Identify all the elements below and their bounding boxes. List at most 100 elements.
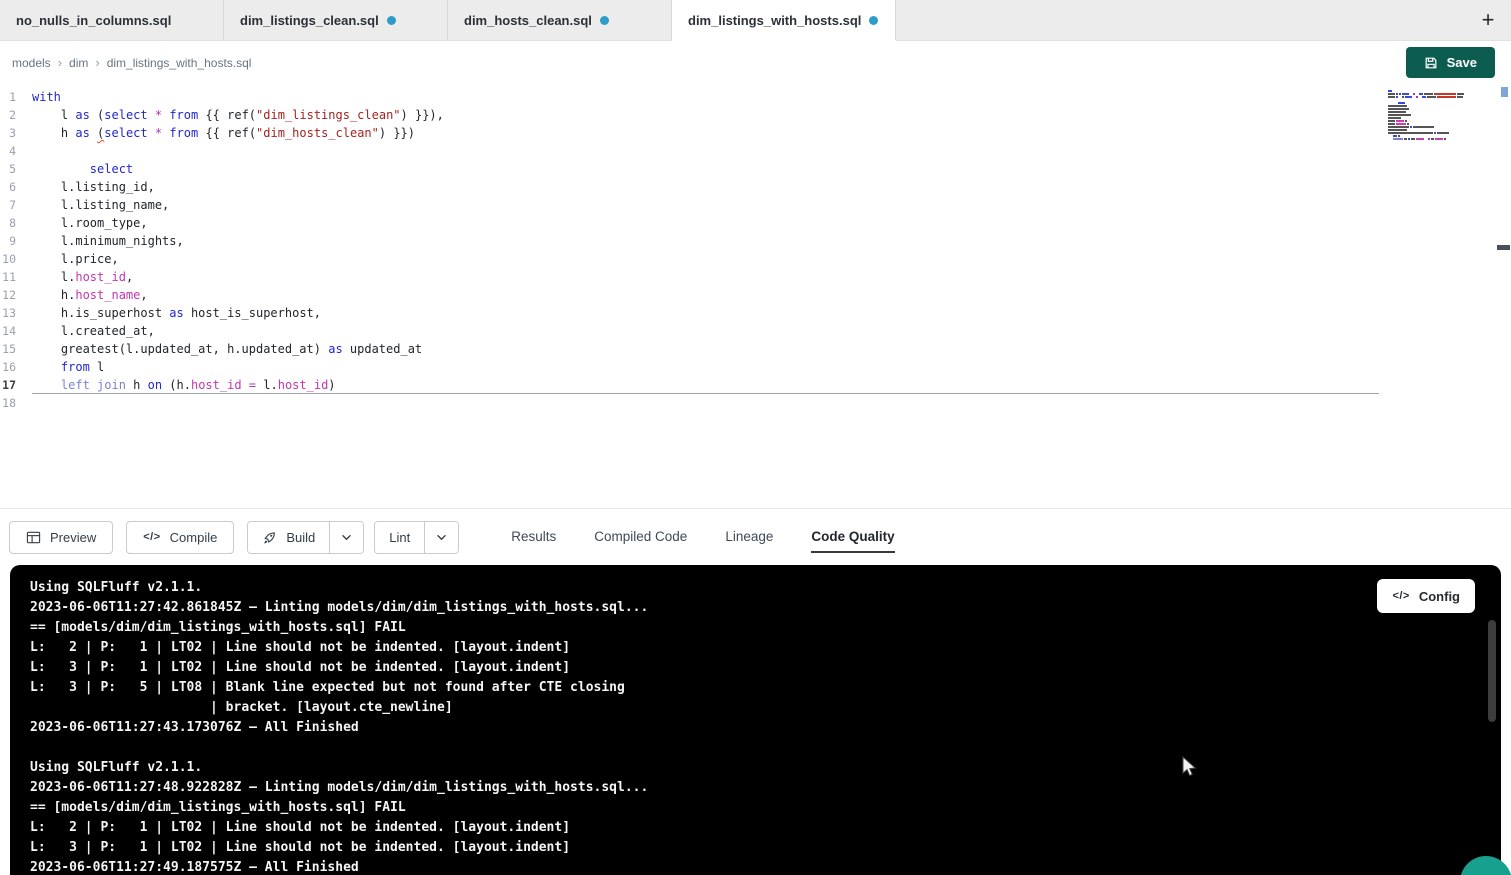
save-button[interactable]: Save: [1406, 47, 1495, 78]
editor-row: 16 from l: [0, 358, 1511, 376]
terminal-line: Using SQLFluff v2.1.1.: [30, 758, 1481, 778]
code-lines: 1with2 l as (select * from {{ ref("dim_l…: [0, 88, 1511, 412]
scrollbar-thumb[interactable]: [1497, 245, 1510, 250]
editor-scrollbar[interactable]: [1497, 84, 1511, 508]
new-tab-button[interactable]: +: [1465, 0, 1511, 40]
code-line[interactable]: h.host_name,: [32, 286, 1379, 304]
terminal-line: L: 2 | P: 1 | LT02 | Line should not be …: [30, 818, 1481, 838]
rocket-icon: [262, 530, 277, 545]
line-number: 2: [0, 106, 32, 124]
terminal-line: L: 2 | P: 1 | LT02 | Line should not be …: [30, 638, 1481, 658]
terminal-line: Using SQLFluff v2.1.1.: [30, 578, 1481, 598]
line-number: 16: [0, 358, 32, 376]
code-line[interactable]: with: [32, 88, 1379, 106]
code-line[interactable]: l.room_type,: [32, 214, 1379, 232]
editor-row: 15 greatest(l.updated_at, h.updated_at) …: [0, 340, 1511, 358]
code-editor[interactable]: 1with2 l as (select * from {{ ref("dim_l…: [0, 84, 1511, 508]
editor-row: 4: [0, 142, 1511, 160]
editor-row: 9 l.minimum_nights,: [0, 232, 1511, 250]
line-number: 1: [0, 88, 32, 106]
code-line[interactable]: l.listing_id,: [32, 178, 1379, 196]
preview-button[interactable]: Preview: [9, 521, 113, 554]
build-dropdown-button[interactable]: [329, 522, 363, 553]
code-line[interactable]: l as (select * from {{ ref("dim_listings…: [32, 106, 1379, 124]
editor-row: 7 l.listing_name,: [0, 196, 1511, 214]
config-button[interactable]: </> Config: [1377, 579, 1475, 613]
unsaved-changes-dot[interactable]: [869, 16, 878, 25]
breadcrumb-item[interactable]: dim_listings_with_hosts.sql: [107, 56, 252, 70]
code-line[interactable]: l.price,: [32, 250, 1379, 268]
line-number: 14: [0, 322, 32, 340]
panel-tab-code-quality[interactable]: Code Quality: [811, 529, 894, 553]
panel-tabs: Results Compiled Code Lineage Code Quality: [511, 509, 894, 565]
tab-label: dim_hosts_clean.sql: [464, 13, 592, 28]
code-icon: </>: [1392, 590, 1409, 602]
lint-dropdown-button[interactable]: [424, 522, 458, 553]
line-number: 3: [0, 124, 32, 142]
panel-tab-compiled-code[interactable]: Compiled Code: [594, 529, 687, 553]
code-line[interactable]: l.created_at,: [32, 322, 1379, 340]
code-line[interactable]: l.host_id,: [32, 268, 1379, 286]
compile-button[interactable]: </> Compile: [126, 521, 234, 554]
code-line[interactable]: l.minimum_nights,: [32, 232, 1379, 250]
code-line[interactable]: from l: [32, 358, 1379, 376]
terminal-line: 2023-06-06T11:27:42.861845Z — Linting mo…: [30, 598, 1481, 618]
line-number: 9: [0, 232, 32, 250]
editor-row: 6 l.listing_id,: [0, 178, 1511, 196]
line-number: 8: [0, 214, 32, 232]
file-header: models›dim›dim_listings_with_hosts.sql S…: [0, 41, 1511, 84]
save-icon: [1424, 56, 1438, 70]
editor-row: 13 h.is_superhost as host_is_superhost,: [0, 304, 1511, 322]
code-line[interactable]: [32, 394, 1379, 412]
panel-tab-lineage[interactable]: Lineage: [725, 529, 773, 553]
line-number: 11: [0, 268, 32, 286]
code-line[interactable]: select: [32, 160, 1379, 178]
line-number: 10: [0, 250, 32, 268]
line-number: 13: [0, 304, 32, 322]
code-line[interactable]: h as (select * from {{ ref("dim_hosts_cl…: [32, 124, 1379, 142]
line-number: 6: [0, 178, 32, 196]
editor-row: 1with: [0, 88, 1511, 106]
lint-button[interactable]: Lint: [375, 522, 424, 553]
compile-label: Compile: [170, 530, 218, 545]
editor-tab[interactable]: dim_listings_with_hosts.sql: [672, 0, 896, 40]
terminal-line: L: 3 | P: 1 | LT02 | Line should not be …: [30, 838, 1481, 858]
panel-tab-results[interactable]: Results: [511, 529, 556, 553]
breadcrumb-item[interactable]: models: [12, 56, 51, 70]
terminal-scrollbar[interactable]: [1488, 620, 1496, 722]
breadcrumb: models›dim›dim_listings_with_hosts.sql: [12, 55, 251, 70]
code-line[interactable]: [32, 142, 1379, 160]
code-line[interactable]: left join h on (h.host_id = l.host_id): [32, 376, 1379, 394]
terminal-line: L: 3 | P: 5 | LT08 | Blank line expected…: [30, 678, 1481, 698]
editor-row: 18: [0, 394, 1511, 412]
editor-tab[interactable]: dim_listings_clean.sql: [224, 0, 448, 40]
tab-label: dim_listings_clean.sql: [240, 13, 379, 28]
unsaved-changes-dot[interactable]: [600, 16, 609, 25]
minimap: [1388, 90, 1462, 140]
editor-tab[interactable]: dim_hosts_clean.sql: [448, 0, 672, 40]
editor-row: 2 l as (select * from {{ ref("dim_listin…: [0, 106, 1511, 124]
scrollbar-annotation-blue: [1501, 87, 1508, 97]
editor-tab[interactable]: no_nulls_in_columns.sql: [0, 0, 224, 40]
tab-bar: no_nulls_in_columns.sql dim_listings_clea…: [0, 0, 1511, 41]
editor-row: 17 left join h on (h.host_id = l.host_id…: [0, 376, 1511, 394]
terminal-panel: Using SQLFluff v2.1.1.2023-06-06T11:27:4…: [10, 565, 1501, 875]
line-number: 4: [0, 142, 32, 160]
editor-row: 11 l.host_id,: [0, 268, 1511, 286]
line-number: 12: [0, 286, 32, 304]
app-window: no_nulls_in_columns.sql dim_listings_clea…: [0, 0, 1511, 875]
table-icon: [26, 530, 41, 545]
unsaved-changes-dot[interactable]: [387, 16, 396, 25]
code-icon: </>: [143, 531, 160, 543]
editor-row: 8 l.room_type,: [0, 214, 1511, 232]
build-button[interactable]: Build: [248, 522, 329, 553]
editor-row: 5 select: [0, 160, 1511, 178]
code-line[interactable]: l.listing_name,: [32, 196, 1379, 214]
tab-label: dim_listings_with_hosts.sql: [688, 13, 861, 28]
editor-row: 3 h as (select * from {{ ref("dim_hosts_…: [0, 124, 1511, 142]
line-number: 15: [0, 340, 32, 358]
code-line[interactable]: h.is_superhost as host_is_superhost,: [32, 304, 1379, 322]
code-line[interactable]: greatest(l.updated_at, h.updated_at) as …: [32, 340, 1379, 358]
line-number: 7: [0, 196, 32, 214]
breadcrumb-item[interactable]: dim: [69, 56, 88, 70]
